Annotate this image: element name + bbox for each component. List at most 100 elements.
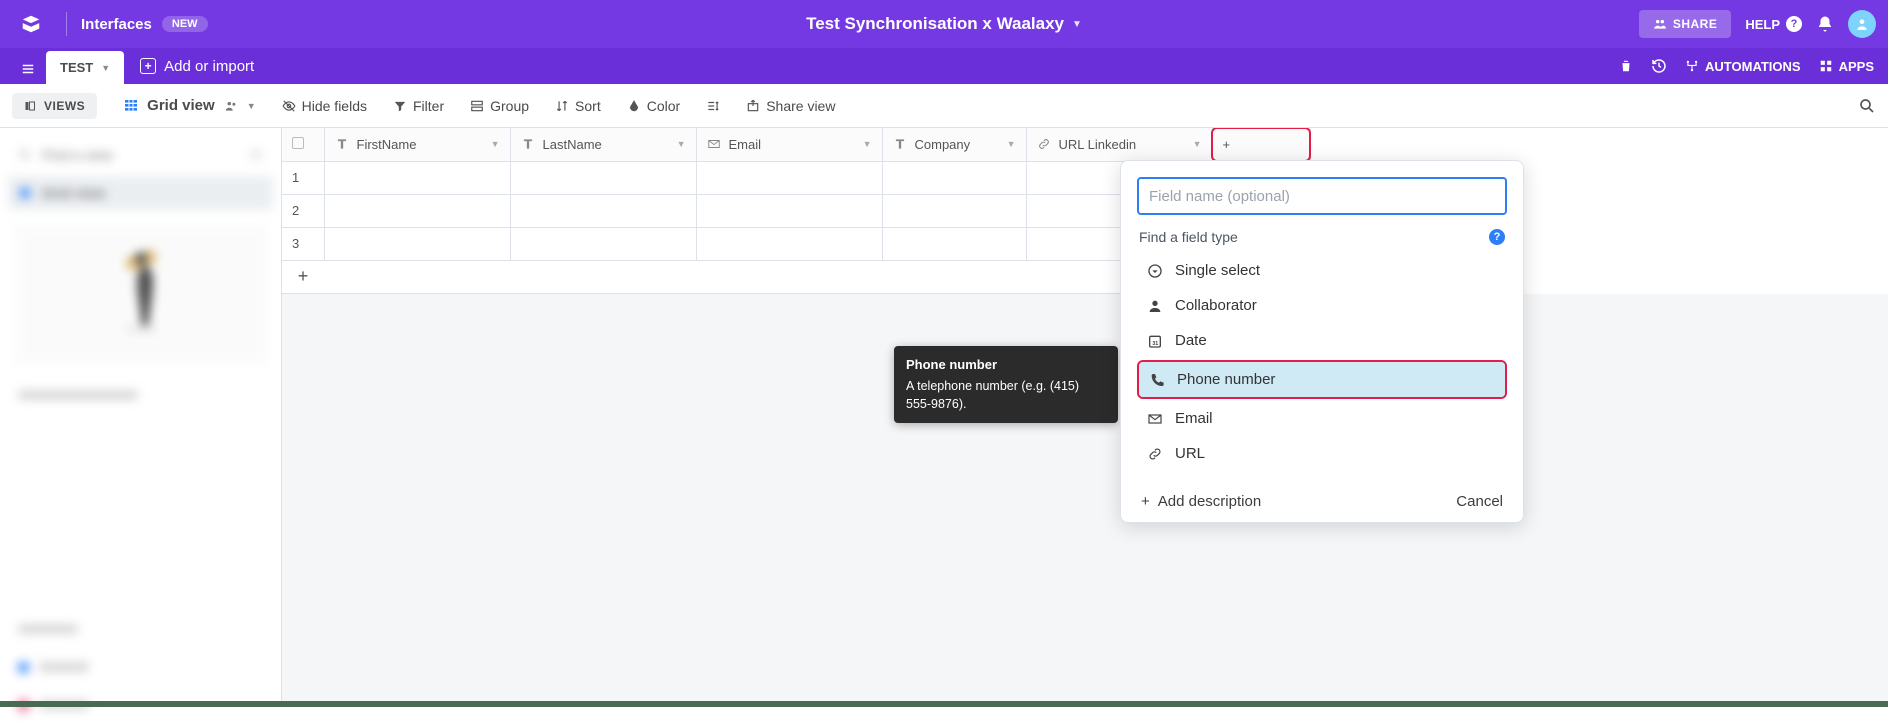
add-description-button[interactable]: + Add description: [1141, 493, 1261, 510]
field-type-collaborator[interactable]: Collaborator: [1137, 288, 1507, 323]
column-header-firstname[interactable]: FirstName▼: [324, 128, 510, 161]
sidebar-search[interactable]: Find a view: [8, 138, 273, 172]
add-import-button[interactable]: + Add or import: [124, 58, 270, 75]
grid-cell[interactable]: [510, 194, 696, 227]
automations-button[interactable]: AUTOMATIONS: [1685, 59, 1801, 74]
app-logo-icon[interactable]: [20, 13, 42, 35]
share-label: SHARE: [1673, 17, 1718, 31]
sidebar-text-row: [8, 378, 273, 412]
view-toolbar: VIEWS Grid view ▼ Hide fields Filter Gro…: [0, 84, 1888, 128]
grid-cell[interactable]: [882, 227, 1026, 260]
grid-icon: [18, 186, 32, 200]
sidebar-icon: [24, 100, 36, 112]
apps-icon: [1819, 59, 1833, 73]
grid-cell[interactable]: [324, 161, 510, 194]
grid-cell[interactable]: [882, 194, 1026, 227]
text-icon: [893, 137, 907, 151]
apps-button[interactable]: APPS: [1819, 59, 1874, 74]
trash-button[interactable]: [1619, 58, 1633, 74]
grid-cell[interactable]: [696, 227, 882, 260]
history-button[interactable]: [1651, 58, 1667, 74]
share-view-button[interactable]: Share view: [746, 98, 835, 114]
sidebar-create-header[interactable]: [8, 612, 273, 646]
sort-button[interactable]: Sort: [555, 98, 601, 114]
column-label: FirstName: [357, 137, 417, 152]
grid-cell[interactable]: [324, 194, 510, 227]
apps-label: APPS: [1839, 59, 1874, 74]
row-number: 2: [282, 194, 324, 227]
column-header-lastname[interactable]: LastName▼: [510, 128, 696, 161]
column-header-email[interactable]: Email▼: [696, 128, 882, 161]
table-tab-active[interactable]: TEST ▼: [46, 51, 124, 84]
field-type-single-select[interactable]: Single select: [1137, 253, 1507, 288]
search-button[interactable]: [1858, 97, 1876, 115]
notifications-button[interactable]: [1816, 15, 1834, 33]
group-button[interactable]: Group: [470, 98, 529, 114]
link-icon: [1037, 137, 1051, 151]
field-type-date[interactable]: 31 Date: [1137, 323, 1507, 358]
tables-menu-button[interactable]: [10, 54, 46, 84]
filter-button[interactable]: Filter: [393, 98, 444, 114]
checkbox-icon: [292, 137, 304, 149]
field-type-highlight-border: Phone number: [1137, 360, 1507, 399]
field-type-url[interactable]: URL: [1137, 436, 1507, 471]
grid-cell[interactable]: [696, 161, 882, 194]
link-icon: [1147, 446, 1163, 462]
share-view-label: Share view: [766, 98, 835, 114]
row-height-button[interactable]: [706, 99, 720, 113]
settings-icon: [249, 148, 263, 162]
views-button[interactable]: VIEWS: [12, 93, 97, 119]
divider: [66, 12, 67, 36]
field-type-email[interactable]: Email: [1137, 401, 1507, 436]
group-icon: [470, 99, 484, 113]
field-type-label: Single select: [1175, 262, 1260, 279]
color-button[interactable]: Color: [627, 98, 680, 114]
sidebar-view-item[interactable]: Grid view: [8, 176, 273, 210]
user-avatar[interactable]: [1848, 10, 1876, 38]
text-icon: [521, 137, 535, 151]
grid-cell[interactable]: [510, 161, 696, 194]
help-link[interactable]: HELP ?: [1745, 16, 1802, 32]
field-type-number[interactable]: Number: [1137, 471, 1507, 479]
chevron-down-icon: ▼: [677, 139, 686, 149]
hide-fields-button[interactable]: Hide fields: [282, 98, 367, 114]
field-name-input[interactable]: [1137, 177, 1507, 215]
grid-cell[interactable]: [696, 194, 882, 227]
plus-icon: +: [140, 58, 156, 74]
field-type-label: Date: [1175, 332, 1207, 349]
field-type-list[interactable]: Single select Collaborator 31 Date Phone…: [1137, 253, 1507, 479]
column-header-company[interactable]: Company▼: [882, 128, 1026, 161]
grid-cell[interactable]: [324, 227, 510, 260]
chevron-down-icon: ▼: [1072, 19, 1082, 30]
history-icon: [1651, 58, 1667, 74]
base-title-text: Test Synchronisation x Waalaxy: [806, 14, 1064, 34]
grid-view-selector[interactable]: Grid view ▼: [123, 97, 255, 114]
help-icon[interactable]: ?: [1489, 229, 1505, 245]
grid-cell[interactable]: [882, 161, 1026, 194]
person-icon: [1855, 17, 1869, 31]
base-title[interactable]: Test Synchronisation x Waalaxy ▼: [806, 14, 1082, 34]
grid-icon: [123, 98, 139, 114]
select-icon: [1147, 263, 1163, 279]
column-label: Company: [915, 137, 971, 152]
share-button[interactable]: SHARE: [1639, 10, 1732, 38]
field-type-phone-number[interactable]: Phone number: [1139, 362, 1505, 397]
email-icon: [1147, 411, 1163, 427]
sidebar-create-item[interactable]: [8, 650, 273, 684]
interfaces-link[interactable]: Interfaces: [81, 16, 152, 33]
column-label: Email: [729, 137, 762, 152]
plus-icon: +: [1223, 137, 1231, 152]
sidebar-view-label: Grid view: [42, 185, 105, 201]
group-label: Group: [490, 98, 529, 114]
menu-icon: [20, 62, 36, 76]
select-all-header[interactable]: [282, 128, 324, 161]
new-badge: NEW: [162, 16, 208, 32]
top-right-actions: SHARE HELP ?: [1639, 10, 1876, 38]
help-label: HELP: [1745, 17, 1780, 32]
add-import-label: Add or import: [164, 58, 254, 75]
add-field-button[interactable]: +: [1212, 128, 1310, 161]
bell-icon: [1816, 15, 1834, 33]
cancel-button[interactable]: Cancel: [1456, 493, 1503, 510]
column-header-url[interactable]: URL Linkedin▼: [1026, 128, 1212, 161]
grid-cell[interactable]: [510, 227, 696, 260]
